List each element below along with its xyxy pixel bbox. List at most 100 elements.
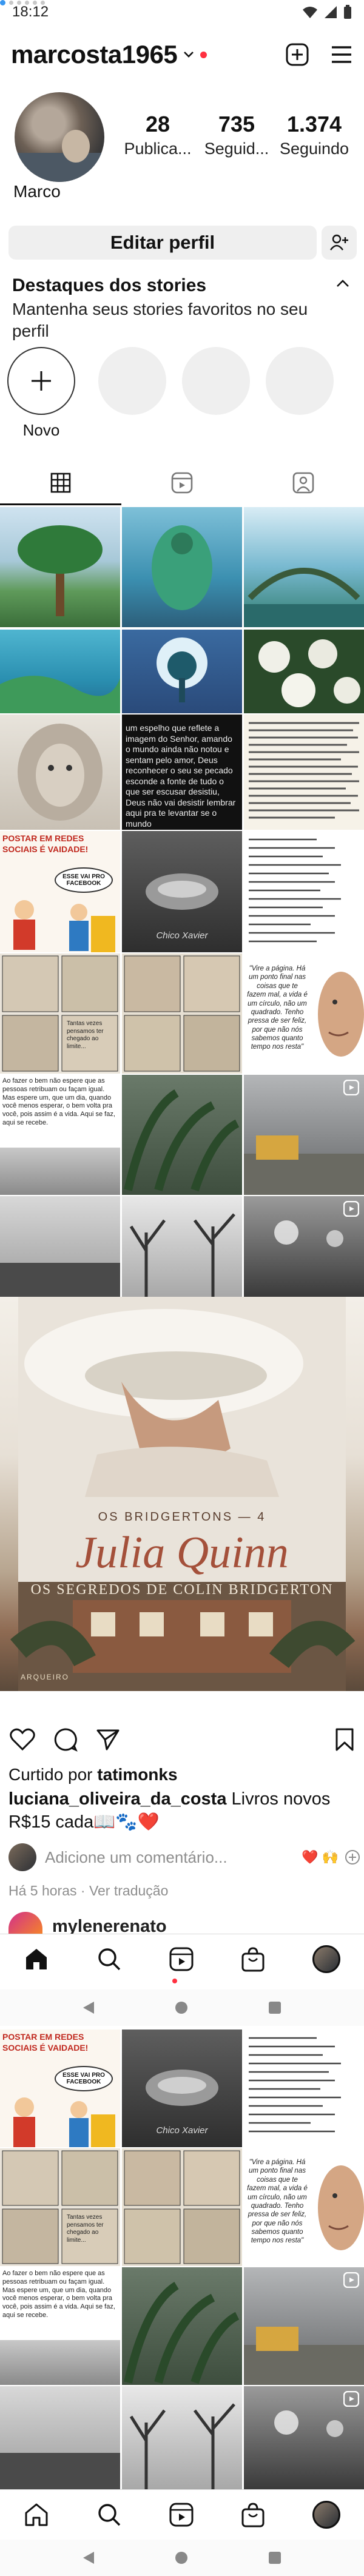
grid-post-photo[interactable] xyxy=(122,2267,242,2385)
new-highlight-label: Novo xyxy=(22,421,60,439)
grid-post-painting[interactable] xyxy=(0,630,120,713)
comic-panels xyxy=(2,955,118,1072)
reels-icon[interactable] xyxy=(169,1947,194,1971)
man-face xyxy=(318,2165,364,2250)
text-lines xyxy=(249,2037,341,2133)
comic-people xyxy=(13,900,115,952)
recents-icon[interactable] xyxy=(268,2551,282,2565)
post-actions xyxy=(0,1721,364,1758)
caption-user[interactable]: luciana_oliveira_da_costa xyxy=(8,1789,226,1809)
plants-photo xyxy=(124,2282,240,2384)
share-icon[interactable] xyxy=(96,1728,120,1751)
grid-post-painting[interactable] xyxy=(122,507,242,627)
add-user-icon xyxy=(330,234,348,251)
grid-post-photo[interactable] xyxy=(0,2386,120,2489)
next-post-avatar[interactable] xyxy=(8,1912,42,1936)
shop-icon[interactable] xyxy=(241,2502,265,2527)
grid-post-video[interactable] xyxy=(244,1075,364,1195)
stat-following[interactable]: 1.374 Seguindo xyxy=(278,112,351,158)
menu-icon[interactable] xyxy=(330,44,353,65)
grid-post-painting[interactable] xyxy=(122,630,242,713)
home-circle-icon[interactable] xyxy=(174,2000,189,2015)
plus-icon xyxy=(32,371,51,391)
grid-post-video[interactable] xyxy=(244,2267,364,2385)
stat-posts[interactable]: 28 Publica... xyxy=(121,112,194,158)
lion-drawing xyxy=(18,724,103,821)
comment-icon[interactable] xyxy=(53,1727,78,1752)
grid-post-photo[interactable] xyxy=(122,1196,242,1297)
home-circle-icon[interactable] xyxy=(174,2551,189,2565)
comment-input[interactable]: Adicione um comentário... xyxy=(45,1848,302,1867)
comic-panels xyxy=(124,955,240,1072)
reels-icon[interactable] xyxy=(169,2503,194,2527)
account-switcher[interactable]: marcosta1965 xyxy=(11,40,207,69)
grid-post-video[interactable] xyxy=(244,1196,364,1297)
speech-bubble: ESSE VAI PRO FACEBOOK xyxy=(55,2066,113,2091)
grid-post-comic[interactable]: POSTAR EM REDES SOCIAIS É VAIDADE! ESSE … xyxy=(0,2030,120,2147)
tab-grid[interactable] xyxy=(0,461,121,505)
search-icon[interactable] xyxy=(96,1946,122,1972)
post-meta[interactable]: Há 5 horas · Ver tradução xyxy=(8,1883,168,1899)
grid-post-drawing[interactable] xyxy=(0,715,120,830)
grid-post-document[interactable] xyxy=(244,715,364,830)
back-icon[interactable] xyxy=(82,2551,95,2565)
heart-icon[interactable] xyxy=(10,1728,35,1751)
grid-post-quote[interactable]: um espelho que reflete a imagem do Senho… xyxy=(122,715,242,830)
trees-photo xyxy=(129,1213,235,1297)
comic-people xyxy=(13,2097,115,2147)
profile-header: marcosta1965 xyxy=(0,32,364,78)
profile-nav-avatar[interactable] xyxy=(312,2500,340,2529)
grid-post-comic[interactable]: POSTAR EM REDES SOCIAIS É VAIDADE! ESSE … xyxy=(0,831,120,952)
page-quote: "Vire a página. Há um ponto final nas co… xyxy=(247,2159,308,2245)
grid-post-painting[interactable] xyxy=(244,630,364,713)
home-icon[interactable] xyxy=(24,1946,49,1972)
profile-nav-avatar[interactable] xyxy=(312,1945,340,1973)
grid-post-quote-image[interactable]: "Vire a página. Há um ponto final nas co… xyxy=(244,2148,364,2266)
search-icon[interactable] xyxy=(96,2502,122,2527)
discover-people-button[interactable] xyxy=(322,226,357,260)
sky-photo xyxy=(0,2453,120,2489)
grid-post-painting[interactable] xyxy=(0,507,120,627)
plus-circle-icon[interactable] xyxy=(345,1849,360,1865)
highlight-placeholder xyxy=(98,347,166,415)
chevron-up-icon[interactable] xyxy=(336,279,349,288)
quick-emojis[interactable]: ❤️ 🙌 xyxy=(302,1849,339,1865)
grid-post-quote[interactable]: Ao fazer o bem não espere que as pessoas… xyxy=(0,2267,120,2385)
edit-profile-button[interactable]: Editar perfil xyxy=(8,226,317,260)
home-outline-icon[interactable] xyxy=(24,2502,49,2527)
grid-post-photo[interactable] xyxy=(0,1196,120,1297)
plants-photo xyxy=(124,1089,240,1192)
shop-icon[interactable] xyxy=(241,1946,265,1972)
grid-post-comic[interactable]: Tantas vezes pensamos ter chegado ao lim… xyxy=(0,2148,120,2266)
back-icon[interactable] xyxy=(82,2000,95,2015)
grid-post-comic[interactable]: Tantas vezes pensamos ter chegado ao lim… xyxy=(0,953,120,1074)
grid-post-document[interactable] xyxy=(244,2030,364,2147)
grid-post-quote-image[interactable]: Chico Xavier xyxy=(122,831,242,952)
comic-panels xyxy=(124,2150,240,2264)
profile-avatar[interactable] xyxy=(15,92,104,182)
system-nav-bar xyxy=(0,2540,364,2576)
tab-tagged[interactable] xyxy=(243,461,364,505)
liked-user[interactable]: tatimonks xyxy=(97,1765,177,1784)
bookmark-icon[interactable] xyxy=(335,1727,354,1752)
tab-reels[interactable] xyxy=(121,461,243,505)
post-image-book[interactable]: OS BRIDGERTONS — 4 Julia Quinn OS SEGRED… xyxy=(0,1297,364,1691)
grid-post-comic[interactable] xyxy=(122,953,242,1074)
grid-post-painting[interactable] xyxy=(244,507,364,627)
new-highlight-button[interactable] xyxy=(7,347,75,415)
grid-post-document[interactable] xyxy=(244,831,364,952)
favor-text: Ao fazer o bem não espere que as pessoas… xyxy=(2,2270,115,2319)
grid-post-photo[interactable] xyxy=(122,2386,242,2489)
recents-icon[interactable] xyxy=(268,2000,282,2015)
grid-post-photo[interactable] xyxy=(122,1075,242,1195)
grid-post-quote-image[interactable]: "Vire a página. Há um ponto final nas co… xyxy=(244,953,364,1074)
grid-post-quote[interactable]: Ao fazer o bem não espere que as pessoas… xyxy=(0,1075,120,1195)
grid-post-quote-image[interactable]: Chico Xavier xyxy=(122,2030,242,2147)
plus-square-icon[interactable] xyxy=(285,42,309,67)
grid-post-comic[interactable] xyxy=(122,2148,242,2266)
stat-followers[interactable]: 735 Seguid... xyxy=(200,112,273,158)
sky-photo xyxy=(0,1263,120,1297)
bird-painting xyxy=(152,525,212,610)
grid-post-video[interactable] xyxy=(244,2386,364,2489)
text-lines xyxy=(249,838,341,943)
